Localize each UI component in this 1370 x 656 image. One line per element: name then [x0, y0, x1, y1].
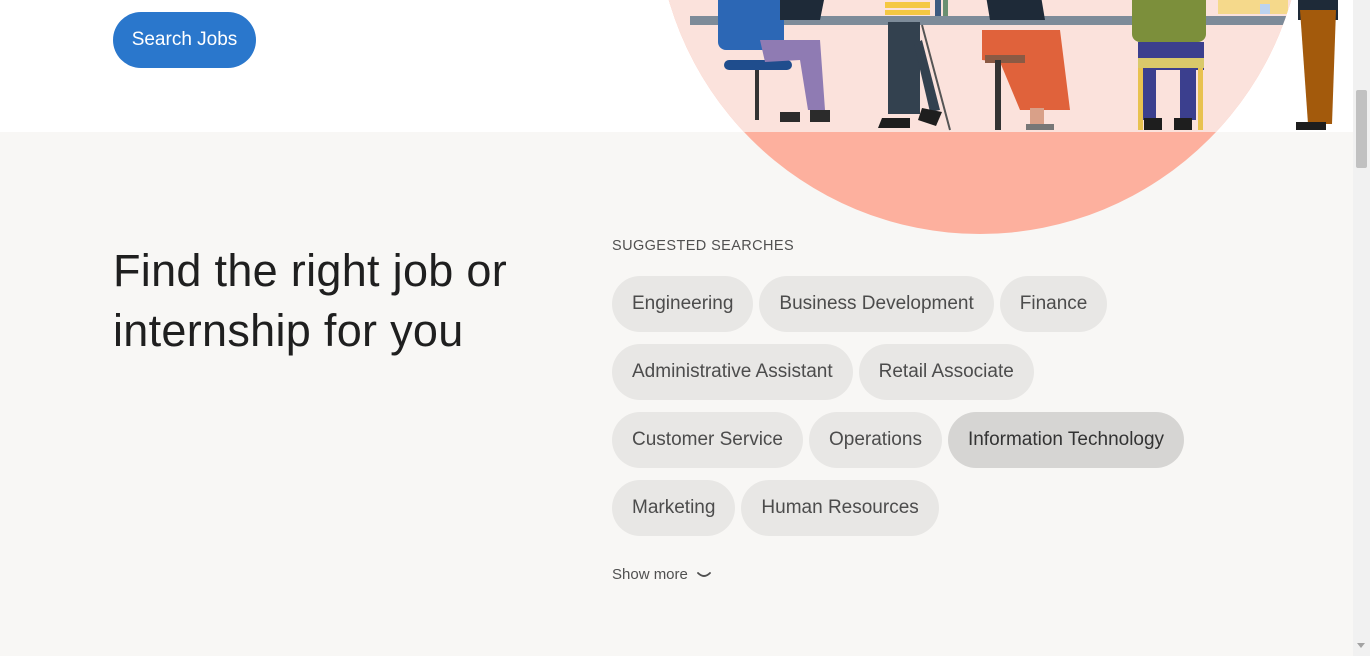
- chip-administrative-assistant[interactable]: Administrative Assistant: [612, 344, 853, 400]
- chip-engineering[interactable]: Engineering: [612, 276, 754, 332]
- chip-row: Customer Service Operations Information …: [612, 412, 1252, 468]
- chip-retail-associate[interactable]: Retail Associate: [858, 344, 1034, 400]
- chevron-down-icon: [696, 571, 711, 577]
- search-jobs-button[interactable]: Search Jobs: [113, 12, 256, 68]
- chip-business-development[interactable]: Business Development: [759, 276, 994, 332]
- chip-finance[interactable]: Finance: [999, 276, 1108, 332]
- suggested-search-chips: Engineering Business Development Finance…: [612, 276, 1252, 548]
- page-headline: Find the right job or internship for you: [113, 245, 508, 356]
- show-more-button[interactable]: Show more: [612, 566, 712, 583]
- chip-operations[interactable]: Operations: [809, 412, 942, 468]
- chip-human-resources[interactable]: Human Resources: [741, 480, 939, 536]
- chip-row: Administrative Assistant Retail Associat…: [612, 344, 1252, 400]
- page: Search Jobs Find the right job or intern…: [0, 0, 1370, 656]
- office-illustration: [660, 0, 1338, 234]
- scrollbar-thumb[interactable]: [1356, 90, 1367, 168]
- chip-row: Engineering Business Development Finance: [612, 276, 1252, 332]
- chip-information-technology[interactable]: Information Technology: [947, 412, 1185, 468]
- scroll-down-arrow-icon[interactable]: [1357, 643, 1365, 648]
- vertical-scrollbar[interactable]: [1353, 0, 1370, 656]
- suggested-searches-heading: SUGGESTED SEARCHES: [612, 238, 795, 254]
- chip-row: Marketing Human Resources: [612, 480, 1252, 536]
- show-more-label: Show more: [612, 566, 688, 583]
- chip-marketing[interactable]: Marketing: [612, 480, 736, 536]
- chip-customer-service[interactable]: Customer Service: [612, 412, 803, 468]
